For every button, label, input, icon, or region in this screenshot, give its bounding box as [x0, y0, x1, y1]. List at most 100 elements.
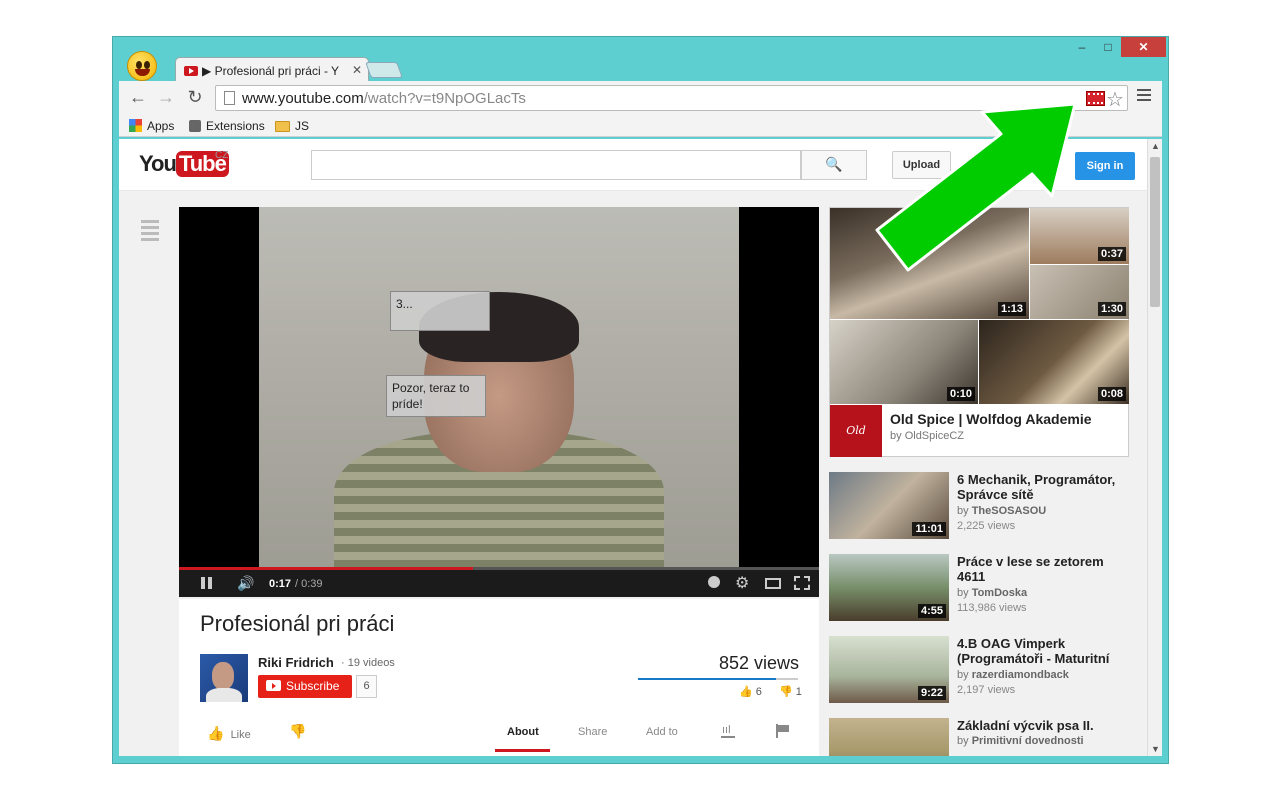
annotation-1[interactable]: 3...: [390, 291, 490, 331]
fullscreen-icon[interactable]: [794, 576, 810, 590]
dislikes-count: 👎 1: [779, 685, 802, 698]
related-by: by: [957, 505, 972, 517]
browser-toolbar: ← → ↻ www.youtube.com/watch?v=t9NpOGLacT…: [119, 81, 1162, 115]
related-channel: by TheSOSASOU: [957, 505, 1046, 517]
reload-button[interactable]: ↻: [184, 87, 206, 108]
related-title[interactable]: Základní výcvik psa II.: [957, 718, 1132, 733]
time-total: / 0:39: [295, 578, 323, 590]
browser-tab[interactable]: ▶ Profesionál pri práci - Y ✕: [175, 57, 369, 83]
related-video[interactable]: 4:55 Práce v lese se zetorem 4611 by Tom…: [829, 554, 1134, 624]
like-button[interactable]: 👍 Like: [207, 725, 251, 742]
likes-count: 👍 6: [739, 685, 762, 698]
related-by: by: [957, 587, 972, 599]
duration-badge: 9:22: [917, 686, 946, 700]
related-title[interactable]: 4.B OAG Vimperk (Programátoři - Maturitn…: [957, 636, 1132, 666]
tab-title: ▶ Profesionál pri práci - Y: [202, 64, 340, 78]
related-video[interactable]: Základní výcvik psa II. by Primitivní do…: [829, 718, 1134, 756]
bookmark-js-folder[interactable]: JS: [275, 119, 309, 133]
ad-playlist-card[interactable]: 1:13 0:37 1:30 0:10 0:08 Old Spice Old S…: [829, 207, 1129, 489]
forward-button[interactable]: →: [155, 87, 177, 108]
annotation-2[interactable]: Pozor, teraz to príde!: [386, 375, 486, 417]
scroll-down-arrow-icon[interactable]: ▼: [1151, 744, 1160, 754]
bookmark-apps[interactable]: Apps: [129, 119, 174, 133]
related-title[interactable]: Práce v lese se zetorem 4611: [957, 554, 1132, 584]
dislikes-count-value: 1: [795, 686, 802, 698]
ad-thumbnail-3[interactable]: 1:30: [1030, 265, 1129, 319]
ad-by: by: [890, 430, 905, 442]
video-frame[interactable]: 3... Pozor, teraz to príde!: [259, 207, 739, 567]
bookmark-extensions-label: Extensions: [206, 119, 265, 133]
related-video[interactable]: 9:22 4.B OAG Vimperk (Programátoři - Mat…: [829, 636, 1134, 706]
chrome-menu-icon[interactable]: [1137, 89, 1151, 104]
search-button[interactable]: 🔍: [801, 150, 867, 180]
duration-badge: 4:55: [917, 604, 946, 618]
video-info-panel: Profesionál pri práci Riki Fridrich · 19…: [179, 599, 819, 756]
duration-badge: 0:08: [1097, 387, 1126, 401]
tab-share[interactable]: Share: [578, 726, 607, 738]
bookmark-extensions[interactable]: Extensions: [189, 119, 265, 133]
pause-icon[interactable]: [201, 577, 213, 589]
owner-avatar[interactable]: [200, 654, 248, 702]
related-thumbnail[interactable]: 4:55: [829, 554, 949, 621]
related-thumbnail[interactable]: 11:01: [829, 472, 949, 539]
ad-thumbnail-5[interactable]: 0:08: [979, 320, 1129, 404]
ad-title[interactable]: Old Spice | Wolfdog Akademie: [890, 411, 1092, 427]
new-tab-button[interactable]: [365, 62, 403, 78]
address-bar[interactable]: www.youtube.com/watch?v=t9NpOGLacTs ☆: [215, 85, 1128, 111]
dislike-button-icon[interactable]: 👎: [289, 723, 306, 740]
upload-button[interactable]: Upload: [892, 151, 951, 179]
tab-add-to[interactable]: Add to: [646, 726, 678, 738]
youtube-play-icon: [266, 680, 281, 691]
volume-icon[interactable]: 🔊: [237, 575, 254, 592]
maximize-button[interactable]: □: [1095, 37, 1121, 57]
ad-thumbnail-4[interactable]: 0:10: [830, 320, 978, 404]
duration-badge: 1:30: [1097, 302, 1126, 316]
bookmarks-bar: Apps Extensions JS: [119, 115, 1162, 137]
tab-about[interactable]: About: [507, 726, 539, 738]
back-button[interactable]: ←: [127, 87, 149, 108]
bookmark-star-icon[interactable]: ☆: [1106, 87, 1124, 112]
watch-later-icon[interactable]: [708, 576, 720, 588]
puzzle-icon: [189, 120, 201, 132]
related-thumbnail[interactable]: 9:22: [829, 636, 949, 703]
close-window-button[interactable]: ✕: [1121, 37, 1166, 57]
ad-thumbnail-2[interactable]: 0:37: [1030, 208, 1129, 264]
ad-thumbnail-1[interactable]: 1:13: [830, 208, 1029, 319]
scroll-up-arrow-icon[interactable]: ▲: [1151, 141, 1160, 151]
settings-gear-icon[interactable]: ⚙: [735, 573, 749, 593]
theater-mode-icon[interactable]: [765, 578, 781, 589]
eye-left: [136, 61, 142, 69]
time-current: 0:17: [269, 578, 292, 590]
title-bar: ▶ Profesionál pri práci - Y ✕ – □ ✕: [113, 37, 1168, 83]
thumbs-down-icon: 👎: [779, 686, 793, 698]
tab-close-icon[interactable]: ✕: [352, 63, 362, 77]
youtube-masthead: You Tube CZ 🔍 Upload Sign in: [119, 139, 1147, 191]
report-flag-icon[interactable]: [776, 724, 789, 738]
related-thumbnail[interactable]: [829, 718, 949, 756]
film-extension-icon[interactable]: [1086, 91, 1105, 106]
subscribe-button[interactable]: Subscribe: [258, 675, 352, 698]
related-views: 2,225 views: [957, 520, 1016, 532]
search-icon: 🔍: [825, 156, 843, 172]
sign-in-button[interactable]: Sign in: [1075, 152, 1135, 180]
thumbs-up-icon: 👍: [739, 686, 753, 698]
search-input[interactable]: [311, 150, 801, 180]
video-player[interactable]: 3... Pozor, teraz to príde! 🔊 0:17 / 0:3…: [179, 207, 819, 597]
logo-you: You: [139, 151, 177, 176]
related-by: by: [957, 669, 972, 681]
duration-badge: 11:01: [912, 522, 946, 536]
statistics-icon[interactable]: [721, 724, 735, 738]
owner-name-link[interactable]: Riki Fridrich: [258, 655, 334, 670]
minimize-button[interactable]: –: [1069, 37, 1095, 57]
url-text[interactable]: www.youtube.com/watch?v=t9NpOGLacTs: [242, 90, 526, 107]
page-scrollbar[interactable]: ▲ ▼: [1147, 139, 1162, 756]
related-video[interactable]: 11:01 6 Mechanik, Programátor, Správce s…: [829, 472, 1134, 542]
scroll-thumb[interactable]: [1150, 157, 1160, 307]
subscriber-count: 6: [356, 675, 377, 698]
profile-smiley-icon[interactable]: [127, 51, 157, 81]
related-title[interactable]: 6 Mechanik, Programátor, Správce sítě: [957, 472, 1132, 502]
mouth: [135, 69, 150, 76]
browser-window: ▶ Profesionál pri práci - Y ✕ – □ ✕ ← → …: [112, 36, 1169, 764]
ad-channel-name: OldSpiceCZ: [904, 430, 964, 442]
guide-menu-icon[interactable]: [141, 220, 159, 244]
